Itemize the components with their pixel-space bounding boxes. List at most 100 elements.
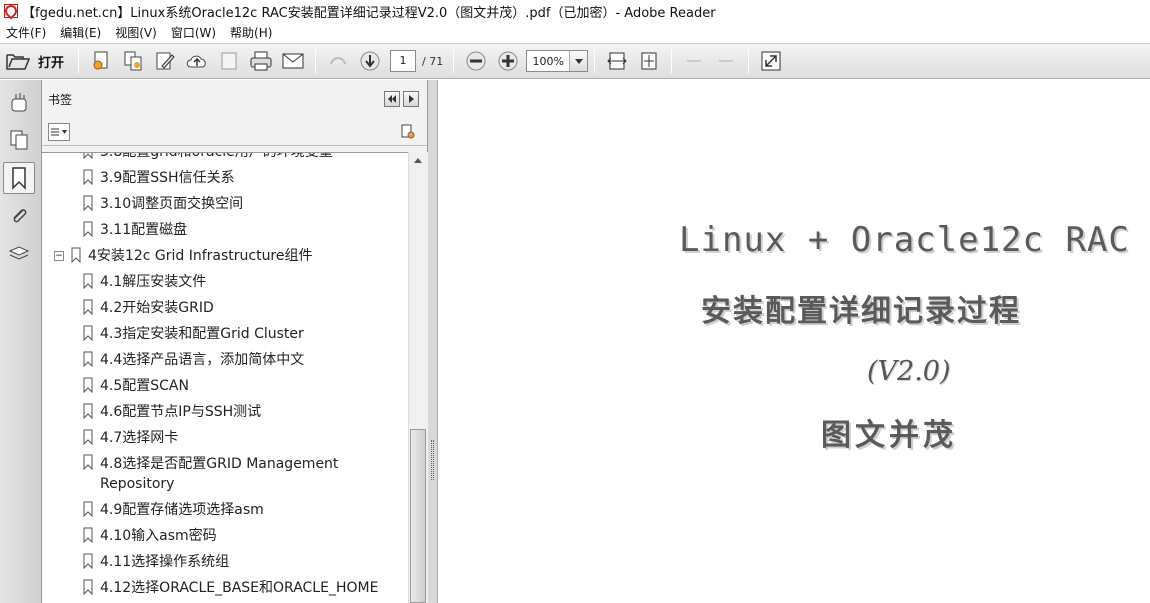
- bookmark-label: 3.9配置SSH信任关系: [100, 170, 235, 186]
- document-title-line1: Linux + Oracle12c RAC: [679, 220, 1130, 260]
- disabled-tool-button[interactable]: [712, 47, 740, 75]
- combine-files-button[interactable]: [119, 47, 147, 75]
- menu-edit[interactable]: 编辑(E): [60, 24, 101, 41]
- fit-width-button[interactable]: [603, 47, 631, 75]
- bookmark-find-icon: [401, 124, 415, 138]
- list-item[interactable]: 3.8配置grid和oracle用户的环境变量: [82, 152, 333, 165]
- toolbar: 打开 1 / 71 100%: [0, 43, 1150, 79]
- list-item[interactable]: 4.9配置存储选项选择asm: [82, 501, 264, 523]
- expand-bookmark-button[interactable]: [397, 121, 419, 143]
- bookmark-icon: [83, 579, 93, 595]
- menu-window[interactable]: 窗口(W): [171, 24, 216, 41]
- bookmark-icon: [83, 527, 93, 543]
- panel-splitter[interactable]: [428, 80, 438, 603]
- list-item[interactable]: 3.11配置磁盘: [82, 221, 187, 243]
- options-button[interactable]: [48, 122, 70, 141]
- bookmarks-toolbar: [42, 118, 427, 146]
- page-number-input[interactable]: 1: [390, 50, 417, 72]
- sign-button[interactable]: [151, 47, 179, 75]
- bookmarks-tree: 3.8配置grid和oracle用户的环境变量 3.9配置SSH信任关系 3.1…: [42, 152, 408, 603]
- zoom-select[interactable]: 100%: [526, 50, 589, 72]
- printer-icon: [250, 51, 272, 71]
- list-item[interactable]: 4.8选择是否配置GRID Management Repository: [82, 454, 350, 498]
- pages-button[interactable]: [3, 124, 35, 156]
- zoom-in-button[interactable]: [494, 47, 522, 75]
- list-item[interactable]: 4.1解压安装文件: [82, 273, 206, 295]
- list-item[interactable]: 3.9配置SSH信任关系: [82, 169, 235, 191]
- layers-icon: [8, 246, 30, 260]
- bookmark-label: 4.9配置存储选项选择asm: [100, 502, 264, 518]
- bookmark-label: 4.3指定安装和配置Grid Cluster: [100, 326, 304, 342]
- fit-page-button[interactable]: [635, 47, 663, 75]
- combine-files-icon: [124, 51, 142, 71]
- list-item[interactable]: 4.4选择产品语言，添加简体中文: [82, 351, 304, 373]
- full-screen-button[interactable]: [757, 47, 785, 75]
- attachments-button[interactable]: [3, 200, 35, 232]
- folder-open-icon: [6, 54, 30, 70]
- disabled-tool-button[interactable]: [215, 47, 243, 75]
- list-item[interactable]: 4.7选择网卡: [82, 429, 178, 451]
- hand-icon: [11, 93, 27, 112]
- list-item[interactable]: 3.10调整页面交换空间: [82, 195, 243, 217]
- panel-options-arrow-button[interactable]: [403, 91, 419, 107]
- chevron-down-icon[interactable]: [569, 51, 588, 71]
- disabled-tool-button[interactable]: [680, 47, 708, 75]
- list-item[interactable]: 4.6配置节点IP与SSH测试: [82, 403, 261, 425]
- scrollbar-thumb[interactable]: [410, 429, 426, 603]
- menu-view[interactable]: 视图(V): [115, 24, 157, 41]
- plus-circle-icon: [498, 51, 518, 71]
- bookmark-icon: [83, 377, 93, 393]
- cloud-upload-icon: [186, 55, 206, 68]
- triangle-right-icon: [409, 95, 414, 103]
- bookmark-label: 3.11配置磁盘: [100, 222, 188, 238]
- bookmarks-scrollbar[interactable]: [408, 152, 428, 603]
- email-button[interactable]: [279, 47, 307, 75]
- menu-help[interactable]: 帮助(H): [230, 24, 272, 41]
- list-item[interactable]: − 4安装12c Grid Infrastructure组件: [54, 247, 313, 269]
- bookmark-icon: [83, 553, 93, 569]
- page-total: / 71: [422, 54, 444, 68]
- bookmark-label: 4.1解压安装文件: [100, 274, 207, 290]
- bookmark-icon: [83, 351, 93, 367]
- list-item[interactable]: 4.12选择ORACLE_BASE和ORACLE_HOME: [82, 579, 378, 601]
- list-item[interactable]: 4.11选择操作系统组: [82, 553, 229, 575]
- bookmark-icon: [71, 247, 81, 263]
- paperclip-icon: [13, 209, 27, 223]
- bookmarks-button[interactable]: [3, 162, 35, 194]
- highlight-icon: [687, 60, 702, 62]
- collapse-panel-button[interactable]: [384, 91, 400, 107]
- toolbar-separator: [315, 49, 317, 73]
- splitter-grip[interactable]: [431, 440, 434, 480]
- double-chevron-left-icon: [388, 95, 396, 103]
- bookmark-label: 4安装12c Grid Infrastructure组件: [88, 248, 313, 264]
- bookmark-label: 3.8配置grid和oracle用户的环境变量: [100, 152, 333, 160]
- create-pdf-button[interactable]: [87, 47, 115, 75]
- navigation-pane-strip: [0, 80, 42, 603]
- print-button[interactable]: [247, 47, 275, 75]
- list-item[interactable]: 4.10输入asm密码: [82, 527, 217, 549]
- menu-bar: 文件(F) 编辑(E) 视图(V) 窗口(W) 帮助(H): [0, 22, 1150, 42]
- arrow-up-icon: [330, 57, 346, 65]
- toolbar-separator: [453, 49, 455, 73]
- next-page-button[interactable]: [356, 47, 384, 75]
- open-button[interactable]: 打开: [0, 47, 72, 75]
- scroll-up-icon[interactable]: [409, 152, 427, 168]
- upload-button[interactable]: [183, 47, 211, 75]
- layers-button[interactable]: [3, 238, 35, 270]
- bookmark-label: 4.6配置节点IP与SSH测试: [100, 404, 262, 420]
- list-item[interactable]: 4.5配置SCAN: [82, 377, 189, 399]
- page-thumbnails-button[interactable]: [3, 86, 35, 118]
- list-item[interactable]: 4.2开始安装GRID: [82, 299, 214, 321]
- bookmark-label: 4.7选择网卡: [100, 430, 179, 446]
- bookmark-label: 3.10调整页面交换空间: [100, 196, 244, 212]
- bookmark-icon: [83, 221, 93, 237]
- bookmark-icon: [83, 403, 93, 419]
- previous-page-button[interactable]: [324, 47, 352, 75]
- document-page: Linux + Oracle12c RAC 安装配置详细记录过程 (V2.0) …: [439, 80, 1150, 603]
- window-title: 【fgedu.net.cn】Linux系统Oracle12c RAC安装配置详细…: [22, 5, 716, 21]
- menu-file[interactable]: 文件(F): [6, 24, 46, 41]
- collapse-toggle-icon[interactable]: −: [54, 251, 64, 261]
- list-item[interactable]: 4.3指定安装和配置Grid Cluster: [82, 325, 304, 347]
- zoom-value: 100%: [532, 54, 564, 68]
- zoom-out-button[interactable]: [462, 47, 490, 75]
